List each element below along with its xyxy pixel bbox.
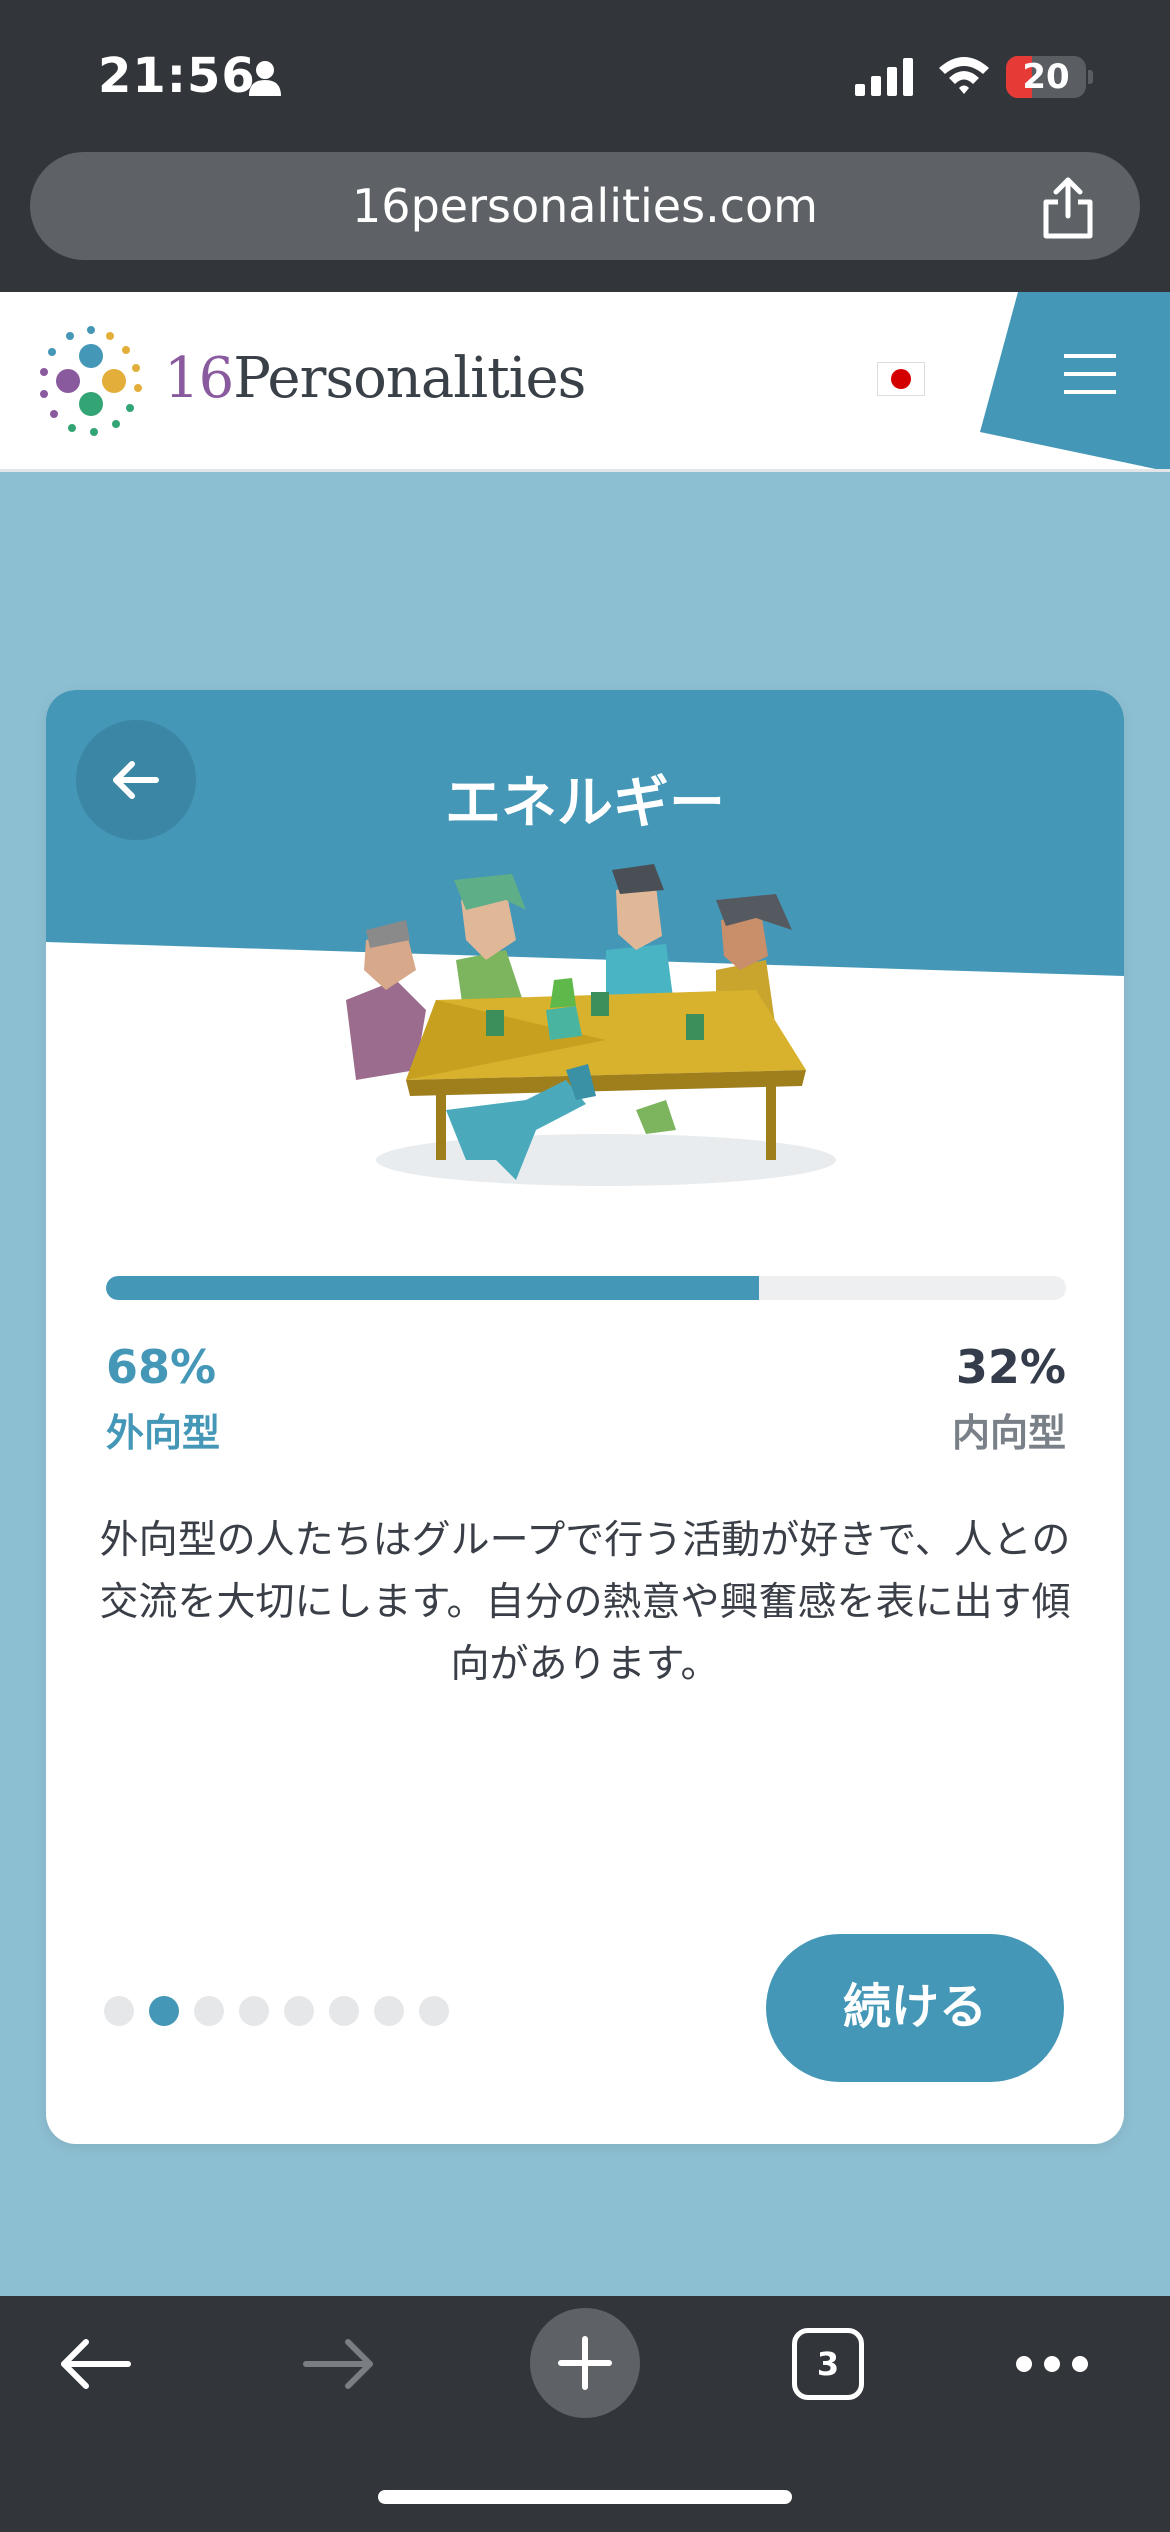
- address-bar[interactable]: 16personalities.com: [30, 152, 1140, 260]
- url-text[interactable]: 16personalities.com: [30, 152, 1140, 260]
- introvert-percent: 32%: [955, 1340, 1066, 1394]
- extravert-label: 外向型: [106, 1411, 221, 1455]
- site-logo[interactable]: 16Personalities: [164, 346, 586, 411]
- hamburger-menu-icon[interactable]: [1064, 354, 1116, 394]
- test-result-card: エネルギー 68% 外向型 32% 内向型 外向型の人たちはグループで行う活動が…: [46, 690, 1124, 2144]
- pagination-dot-active: [149, 1996, 179, 2026]
- japan-flag-icon[interactable]: [877, 362, 925, 396]
- pagination-dot: [239, 1996, 269, 2026]
- pagination-dot: [284, 1996, 314, 2026]
- pagination-dot: [194, 1996, 224, 2026]
- energy-progress-fill: [106, 1276, 759, 1300]
- new-tab-button[interactable]: [530, 2308, 640, 2418]
- back-arrow-icon[interactable]: [58, 2334, 132, 2394]
- group-at-table-illustration: [346, 864, 836, 1186]
- logo-dots-icon[interactable]: [32, 322, 150, 440]
- home-indicator: [378, 2490, 792, 2504]
- forward-arrow-icon[interactable]: [302, 2334, 376, 2394]
- person-icon: [249, 61, 281, 96]
- pagination-dot: [329, 1996, 359, 2026]
- battery-level: 20: [1022, 57, 1070, 97]
- battery-tip: [1088, 70, 1093, 84]
- status-time: 21:56: [98, 48, 256, 104]
- battery-icon: 20: [1006, 56, 1086, 98]
- introvert-label: 内向型: [951, 1411, 1066, 1455]
- tabs-icon[interactable]: 3: [792, 2328, 864, 2400]
- energy-progress-bar: [106, 1276, 1066, 1300]
- pagination-dot: [419, 1996, 449, 2026]
- card-title: エネルギー: [445, 771, 725, 836]
- site-header: 16Personalities: [0, 292, 1170, 472]
- trait-description: 外向型の人たちはグループで行う活動が好きで、人との交流を大切にします。自分の熱意…: [99, 1518, 1071, 1687]
- pagination-dot: [374, 1996, 404, 2026]
- share-icon[interactable]: [1038, 176, 1098, 240]
- signal-icon: [855, 58, 913, 96]
- more-icon[interactable]: [1014, 2352, 1090, 2376]
- pagination-dot: [104, 1996, 134, 2026]
- extravert-percent: 68%: [106, 1340, 217, 1394]
- wifi-icon: [939, 57, 989, 94]
- continue-button[interactable]: 続ける: [766, 1934, 1064, 2082]
- logo-number: 16: [164, 346, 234, 411]
- logo-word: Personalities: [233, 346, 586, 411]
- plus-icon: [558, 2336, 612, 2390]
